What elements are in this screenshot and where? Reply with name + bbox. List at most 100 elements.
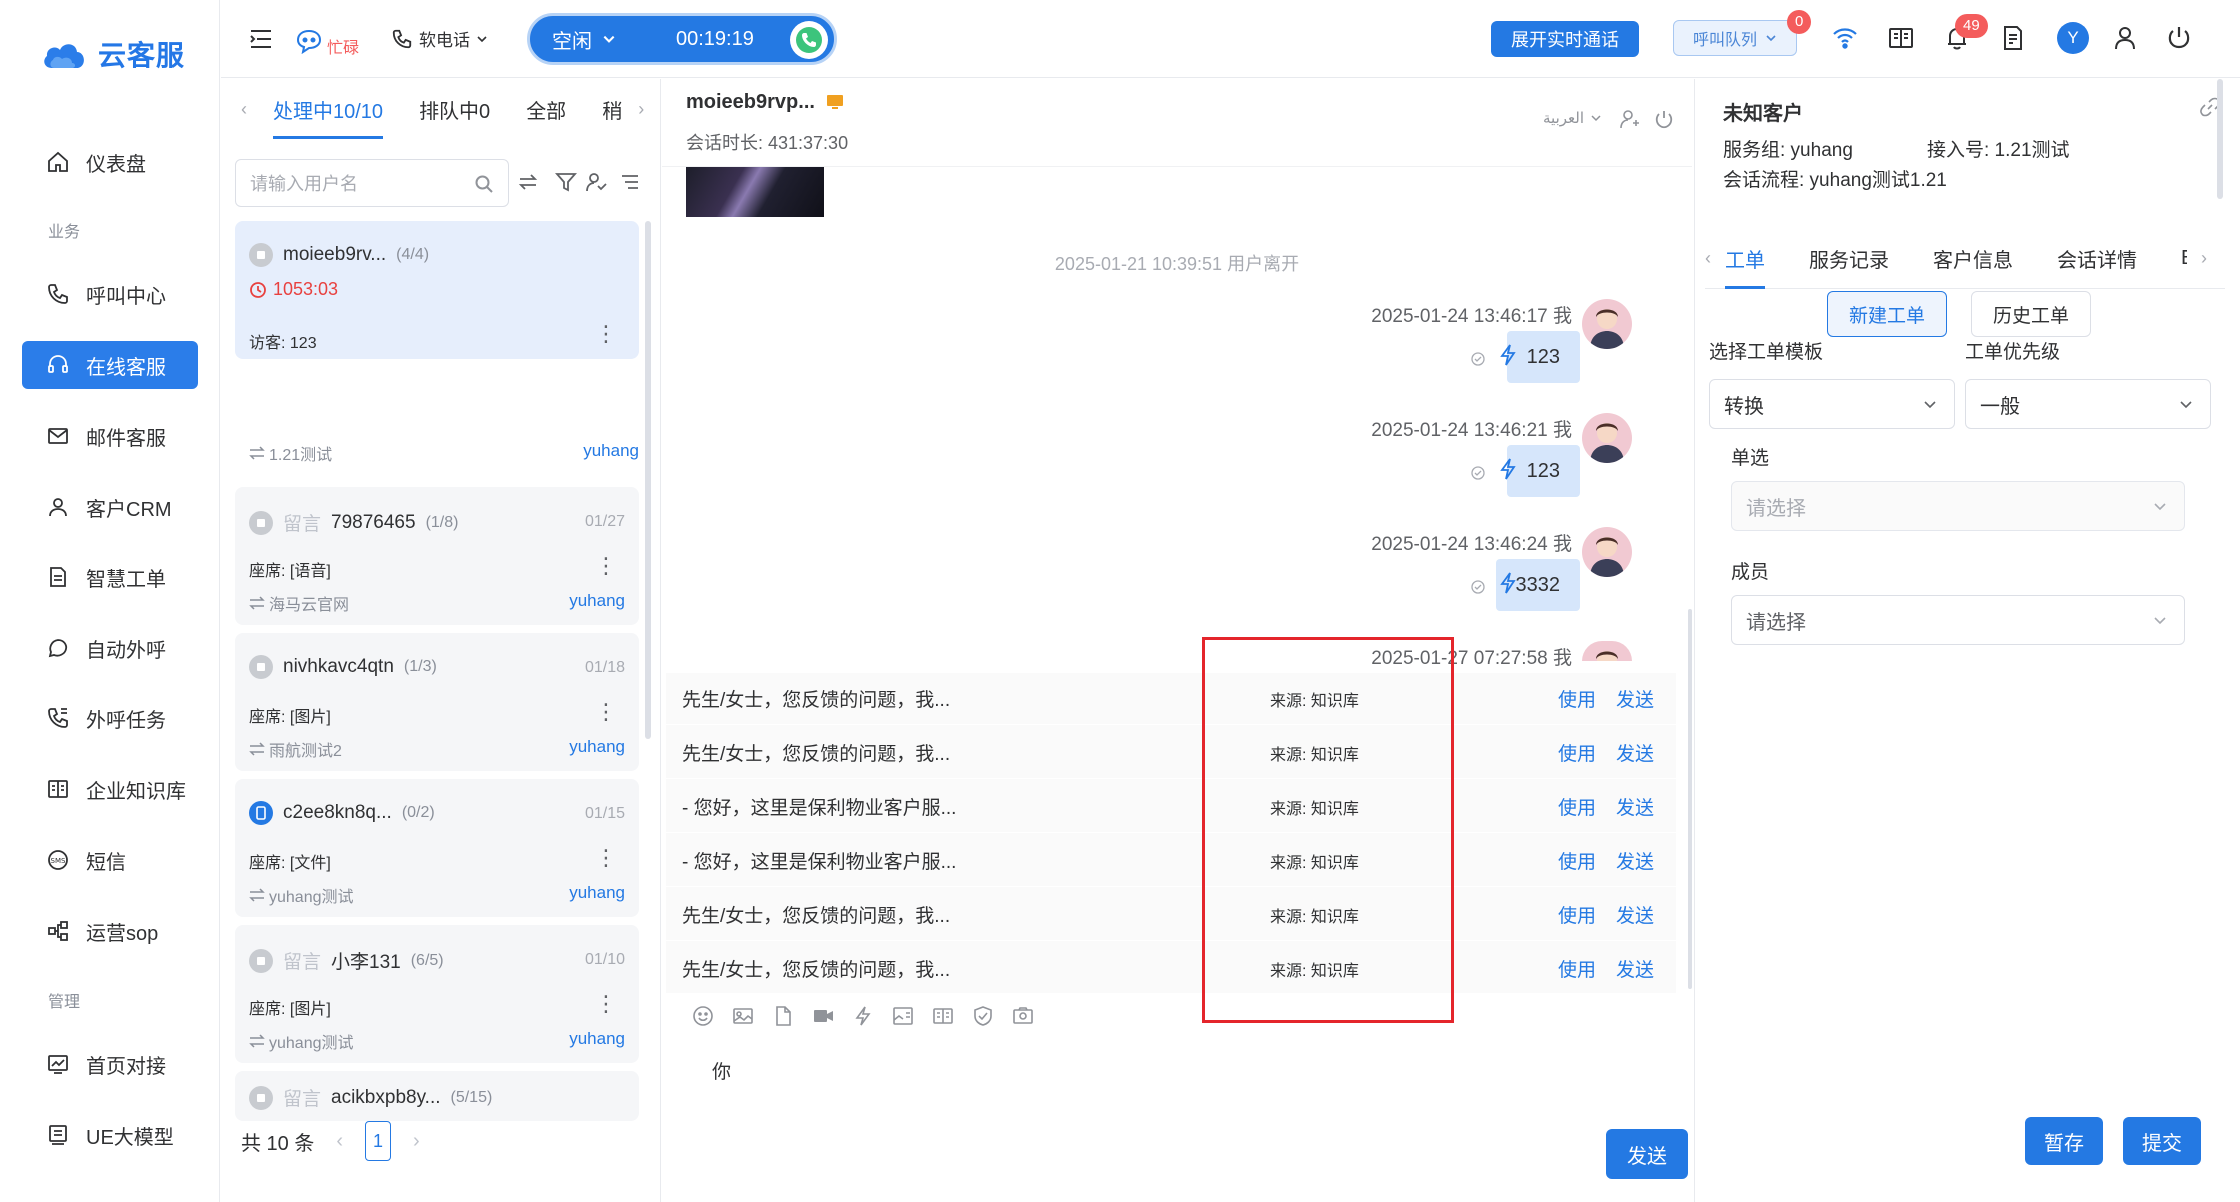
conversation-item[interactable]: moieeb9rv... (4/4) 1053:03 访客: 123 ⋮ (235, 221, 639, 359)
agent-status-dropdown[interactable]: 空闲 (552, 25, 616, 54)
tab-processing[interactable]: 处理中10/10 (273, 79, 384, 139)
nav-item-sop[interactable]: 运营sop (22, 907, 198, 955)
send-suggestion-button[interactable]: 发送 (1616, 739, 1654, 766)
suggestion-row[interactable]: 先生/女士，您反馈的问题，我... 来源: 知识库 使用 发送 (666, 889, 1676, 941)
softphone-dropdown[interactable]: 软电话 (391, 26, 488, 51)
chevron-right-icon[interactable]: › (2201, 248, 2207, 269)
transfer-user-icon[interactable] (1620, 109, 1640, 129)
nav-item-ticket[interactable]: 智慧工单 (22, 553, 198, 601)
send-message-button[interactable]: 发送 (1606, 1129, 1688, 1179)
file-icon[interactable] (772, 1005, 794, 1027)
username-search-input[interactable]: 请输入用户名 (235, 159, 509, 207)
nav-item-homepage[interactable]: 首页对接 (22, 1040, 198, 1088)
conversation-item[interactable]: 留言 79876465 (1/8) 01/27 座席: [语音] ⋮ 海马云官网… (235, 487, 639, 625)
single-choice-select[interactable]: 请选择 (1731, 481, 2185, 531)
suggestion-row[interactable]: 先生/女士，您反馈的问题，我... 来源: 知识库 使用 发送 (666, 943, 1676, 995)
history-ticket-button[interactable]: 历史工单 (1971, 291, 2091, 337)
language-dropdown[interactable]: العربية (1543, 109, 1602, 127)
member-select[interactable]: 请选择 (1731, 595, 2185, 645)
use-suggestion-button[interactable]: 使用 (1558, 793, 1596, 820)
save-draft-button[interactable]: 暂存 (2025, 1117, 2103, 1165)
answer-call-button[interactable] (790, 21, 828, 59)
more-icon[interactable]: ⋮ (595, 845, 617, 871)
call-queue-dropdown[interactable]: 呼叫队列 (1673, 20, 1797, 56)
more-icon[interactable]: ⋮ (595, 553, 617, 579)
template-select[interactable]: 转换 (1709, 379, 1955, 429)
lightning-icon[interactable] (852, 1005, 874, 1027)
quick-reply-icon[interactable] (1498, 457, 1518, 481)
conversation-item[interactable]: 留言 acikbxpb8y... (5/15) (235, 1071, 639, 1121)
list-scrollbar[interactable] (645, 221, 651, 739)
report-icon[interactable] (1999, 24, 2027, 52)
nav-item-dashboard[interactable]: 仪表盘 (22, 138, 198, 186)
nav-item-knowledge[interactable]: 企业知识库 (22, 765, 198, 813)
tab-customer-info[interactable]: 客户信息 (1933, 229, 2013, 289)
nav-item-email[interactable]: 邮件客服 (22, 412, 198, 460)
nav-item-outbound-task[interactable]: 外呼任务 (22, 694, 198, 742)
use-suggestion-button[interactable]: 使用 (1558, 685, 1596, 712)
message-input[interactable]: 你 (712, 1057, 731, 1084)
person-icon[interactable] (2111, 24, 2139, 52)
image-message-thumbnail[interactable] (686, 167, 824, 217)
send-suggestion-button[interactable]: 发送 (1616, 793, 1654, 820)
use-suggestion-button[interactable]: 使用 (1558, 847, 1596, 874)
tab-service-record[interactable]: 服务记录 (1809, 229, 1889, 289)
call-status-pill[interactable]: 空闲 00:19:19 (527, 13, 837, 65)
more-icon[interactable]: ⋮ (595, 699, 617, 725)
use-suggestion-button[interactable]: 使用 (1558, 739, 1596, 766)
nav-item-ue-model[interactable]: UE大模型 (22, 1111, 198, 1159)
chevron-left-icon[interactable]: ‹ (241, 99, 247, 120)
conversation-item[interactable]: nivhkavc4qtn (1/3) 01/18 座席: [图片] ⋮ 雨航测试… (235, 633, 639, 771)
chat-scrollbar[interactable] (1688, 609, 1692, 989)
send-suggestion-button[interactable]: 发送 (1616, 901, 1654, 928)
more-icon[interactable]: ⋮ (595, 991, 617, 1017)
image-icon[interactable] (732, 1005, 754, 1027)
tab-more[interactable]: E (2181, 229, 2187, 289)
busy-status[interactable]: 忙碌 (295, 24, 359, 58)
refresh-icon[interactable] (517, 171, 539, 193)
user-avatar[interactable]: Y (2057, 22, 2089, 54)
power-icon[interactable] (2165, 24, 2193, 52)
send-suggestion-button[interactable]: 发送 (1616, 685, 1654, 712)
page-number[interactable]: 1 (365, 1121, 392, 1161)
nav-item-call-center[interactable]: 呼叫中心 (22, 270, 198, 318)
conversation-item[interactable]: 留言 小李131 (6/5) 01/10 座席: [图片] ⋮ yuhang测试… (235, 925, 639, 1063)
prev-page-icon[interactable]: ‹ (336, 1130, 343, 1153)
new-ticket-button[interactable]: 新建工单 (1827, 291, 1947, 337)
book-icon[interactable] (1887, 24, 1915, 52)
suggestion-row[interactable]: - 您好，这里是保利物业客户服... 来源: 知识库 使用 发送 (666, 835, 1676, 887)
filter-icon[interactable] (555, 171, 577, 193)
tab-session-detail[interactable]: 会话详情 (2057, 229, 2137, 289)
send-suggestion-button[interactable]: 发送 (1616, 955, 1654, 982)
next-page-icon[interactable]: › (413, 1130, 420, 1153)
use-suggestion-button[interactable]: 使用 (1558, 901, 1596, 928)
emoji-icon[interactable] (692, 1005, 714, 1027)
menu-collapse-icon[interactable] (249, 28, 273, 50)
submit-button[interactable]: 提交 (2123, 1117, 2201, 1165)
nav-item-sms[interactable]: SMS 短信 (22, 836, 198, 884)
conversation-item[interactable]: c2ee8kn8q... (0/2) 01/15 座席: [文件] ⋮ yuha… (235, 779, 639, 917)
screenshot-icon[interactable] (1012, 1005, 1034, 1027)
tab-ticket[interactable]: 工单 (1725, 229, 1765, 289)
sort-icon[interactable] (619, 171, 641, 193)
suggestion-row[interactable]: 先生/女士，您反馈的问题，我... 来源: 知识库 使用 发送 (666, 673, 1676, 725)
chevron-left-icon[interactable]: ‹ (1705, 248, 1711, 269)
expand-realtime-call-button[interactable]: 展开实时通话 (1491, 21, 1639, 57)
tab-all[interactable]: 全部 (526, 79, 566, 139)
quick-reply-icon[interactable] (1498, 571, 1518, 595)
video-icon[interactable] (812, 1005, 834, 1027)
end-session-icon[interactable] (1654, 109, 1674, 129)
nav-item-crm[interactable]: 客户CRM (22, 483, 198, 531)
suggestion-row[interactable]: 先生/女士，您反馈的问题，我... 来源: 知识库 使用 发送 (666, 727, 1676, 779)
info-scrollbar[interactable] (2217, 79, 2223, 199)
send-suggestion-button[interactable]: 发送 (1616, 847, 1654, 874)
knowledge-book-icon[interactable] (932, 1005, 954, 1027)
evaluation-icon[interactable] (972, 1005, 994, 1027)
more-icon[interactable]: ⋮ (595, 321, 617, 347)
tab-later[interactable]: 稍 (602, 79, 622, 139)
tab-queuing[interactable]: 排队中0 (419, 79, 490, 139)
image-text-icon[interactable] (892, 1005, 914, 1027)
quick-reply-icon[interactable] (1498, 343, 1518, 367)
nav-item-auto-dial[interactable]: 自动外呼 (22, 624, 198, 672)
nav-item-online-service[interactable]: 在线客服 (22, 341, 198, 389)
